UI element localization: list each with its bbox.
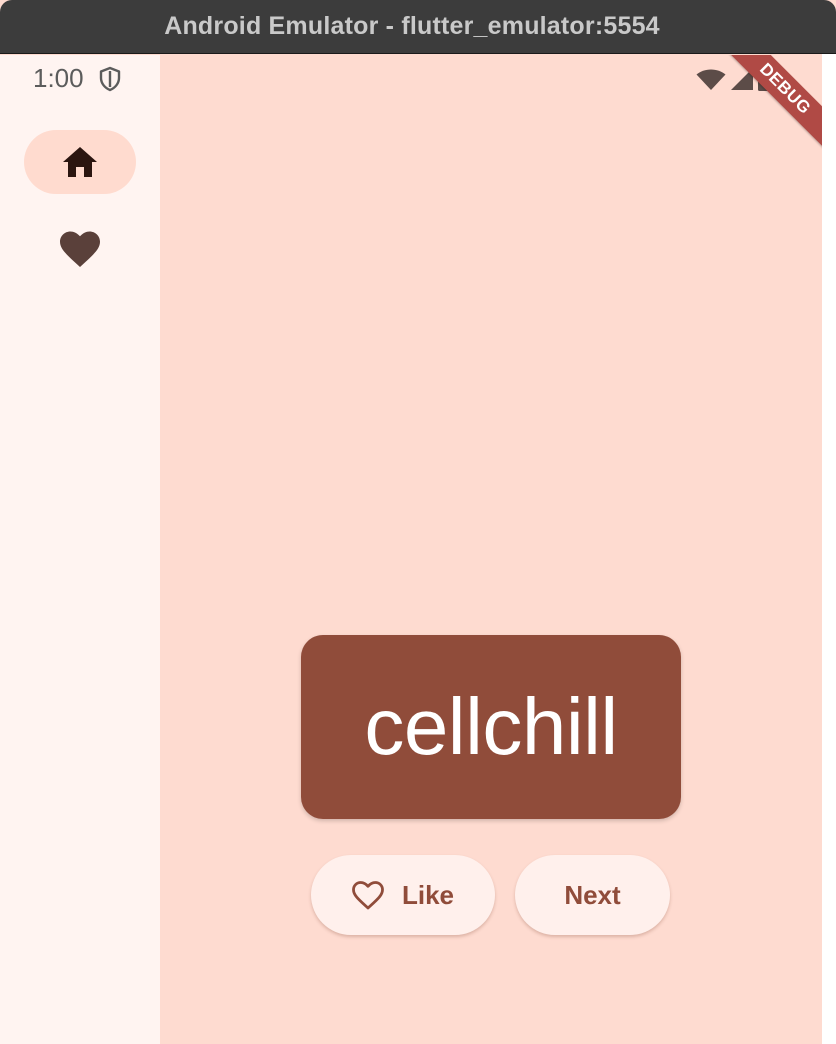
home-icon — [63, 147, 97, 177]
word-card: cellchill — [301, 635, 681, 819]
shield-icon — [99, 66, 121, 92]
rail-item-favorites[interactable] — [24, 217, 136, 281]
status-icons — [696, 65, 772, 91]
wifi-icon — [696, 69, 726, 90]
signal-icon — [731, 68, 753, 90]
rail-item-home[interactable] — [24, 130, 136, 194]
window-title: Android Emulator - flutter_emulator:5554 — [164, 12, 660, 40]
window-titlebar[interactable]: Android Emulator - flutter_emulator:5554 — [0, 0, 836, 54]
heart-outline-icon — [352, 880, 384, 909]
desktop-background — [822, 54, 836, 1044]
navigation-rail: 1:00 — [0, 55, 160, 1044]
status-time: 1:00 — [33, 63, 84, 93]
word-pair-text: cellchill — [364, 682, 618, 771]
next-button-label: Next — [564, 879, 621, 910]
emulator-window: Android Emulator - flutter_emulator:5554… — [0, 0, 836, 1044]
like-button-label: Like — [401, 879, 455, 910]
device-screen: 1:00 DEBUG cellchill Like Next — [0, 55, 822, 1044]
battery-icon — [758, 65, 772, 91]
next-button[interactable]: Next — [515, 855, 670, 935]
heart-icon — [60, 231, 100, 267]
like-button[interactable]: Like — [311, 855, 495, 935]
